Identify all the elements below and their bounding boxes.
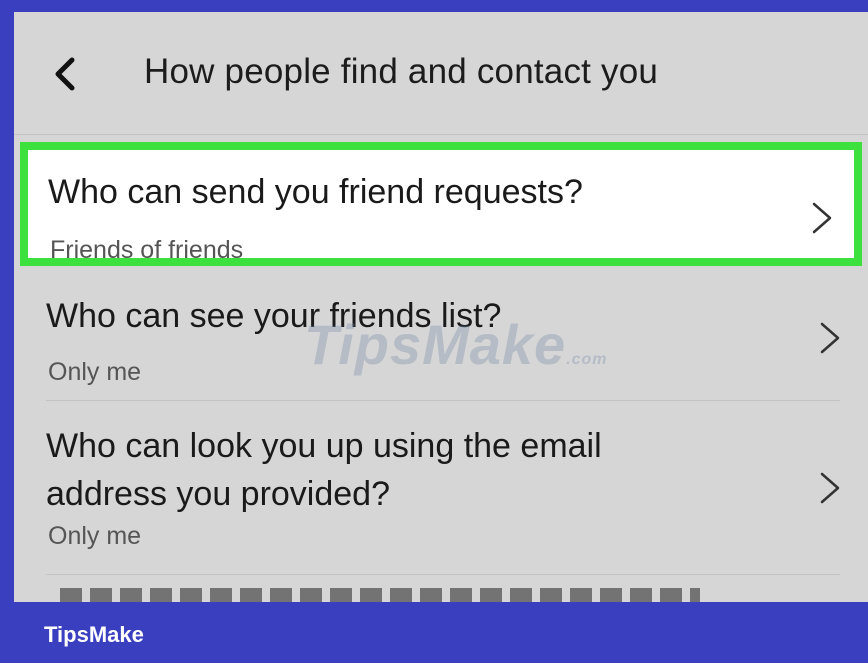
chevron-right-icon <box>820 472 840 504</box>
setting-value: Friends of friends <box>50 236 244 264</box>
chevron-left-icon[interactable] <box>48 56 84 92</box>
setting-question: Who can send you friend requests? <box>48 173 583 211</box>
chevron-right-icon <box>820 322 840 354</box>
setting-question-line2: address you provided? <box>46 475 391 513</box>
settings-screen: How people find and contact you Who can … <box>14 12 868 602</box>
page-title: How people find and contact you <box>144 52 659 91</box>
email-lookup-setting[interactable]: Who can look you up using the email addr… <box>46 414 840 575</box>
setting-question: Who can look you up using the email addr… <box>46 422 602 518</box>
setting-question-line1: Who can look you up using the email <box>46 427 602 465</box>
watermark: TipsMake.com <box>304 313 608 376</box>
setting-value: Only me <box>48 358 142 386</box>
next-setting-row-clipped[interactable] <box>60 588 700 602</box>
footer-bar: TipsMake <box>0 602 868 663</box>
header: How people find and contact you <box>14 12 868 135</box>
setting-value: Only me <box>48 522 142 550</box>
footer-brand: TipsMake <box>44 622 144 647</box>
friend-requests-setting[interactable]: Who can send you friend requests? Friend… <box>20 142 862 266</box>
chevron-right-icon <box>812 202 832 234</box>
